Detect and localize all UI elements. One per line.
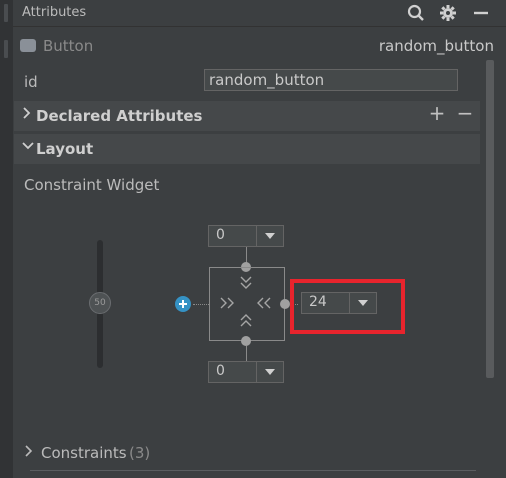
search-icon[interactable] [405, 2, 427, 24]
layout-header[interactable]: Layout [14, 134, 480, 164]
chevron-right-icon [22, 107, 32, 123]
scrollbar[interactable] [486, 60, 494, 378]
title-bar [13, 0, 506, 27]
horizontal-arrows-left-icon [257, 297, 273, 312]
remove-attribute-button[interactable]: − [456, 103, 474, 123]
divider [30, 470, 476, 471]
vertical-arrows-down-icon [240, 276, 252, 293]
end-anchor[interactable] [280, 299, 290, 309]
declared-attributes-label: Declared Attributes [36, 107, 203, 125]
gutter-marker [4, 4, 8, 22]
vertical-arrows-up-icon [240, 314, 252, 331]
vertical-bias-handle[interactable]: 50 [89, 292, 111, 314]
highlight-box [290, 279, 405, 334]
gutter-marker [4, 40, 8, 58]
component-type: Button [43, 37, 94, 55]
top-margin-value: 0 [216, 227, 225, 243]
dropdown-arrow-icon [256, 226, 283, 246]
chevron-right-icon [24, 444, 34, 462]
add-attribute-button[interactable]: + [428, 103, 446, 123]
add-start-constraint-button[interactable] [175, 296, 191, 312]
button-widget-icon [20, 39, 36, 52]
bottom-margin-value: 0 [216, 363, 225, 379]
constraints-label: Constraints [41, 444, 127, 462]
id-field[interactable] [204, 69, 458, 91]
gear-icon[interactable] [437, 2, 459, 24]
layout-label: Layout [36, 140, 94, 158]
start-constraint-dots [193, 304, 209, 305]
dropdown-arrow-icon [256, 362, 283, 382]
chevron-down-icon [22, 140, 34, 156]
component-id: random_button [378, 37, 494, 55]
panel-title: Attributes [22, 5, 87, 20]
bottom-margin-dropdown[interactable]: 0 [208, 361, 284, 383]
constraint-widget-label: Constraint Widget [24, 176, 160, 194]
declared-attributes-header[interactable]: Declared Attributes [14, 101, 480, 131]
id-label: id [24, 73, 38, 91]
left-gutter [0, 0, 13, 478]
minimize-icon[interactable] [470, 2, 492, 24]
constraints-count: (3) [129, 444, 151, 462]
top-margin-dropdown[interactable]: 0 [208, 225, 284, 247]
bottom-anchor[interactable] [241, 336, 251, 346]
bottom-constraint-line [246, 346, 247, 362]
horizontal-arrows-right-icon [220, 297, 236, 312]
